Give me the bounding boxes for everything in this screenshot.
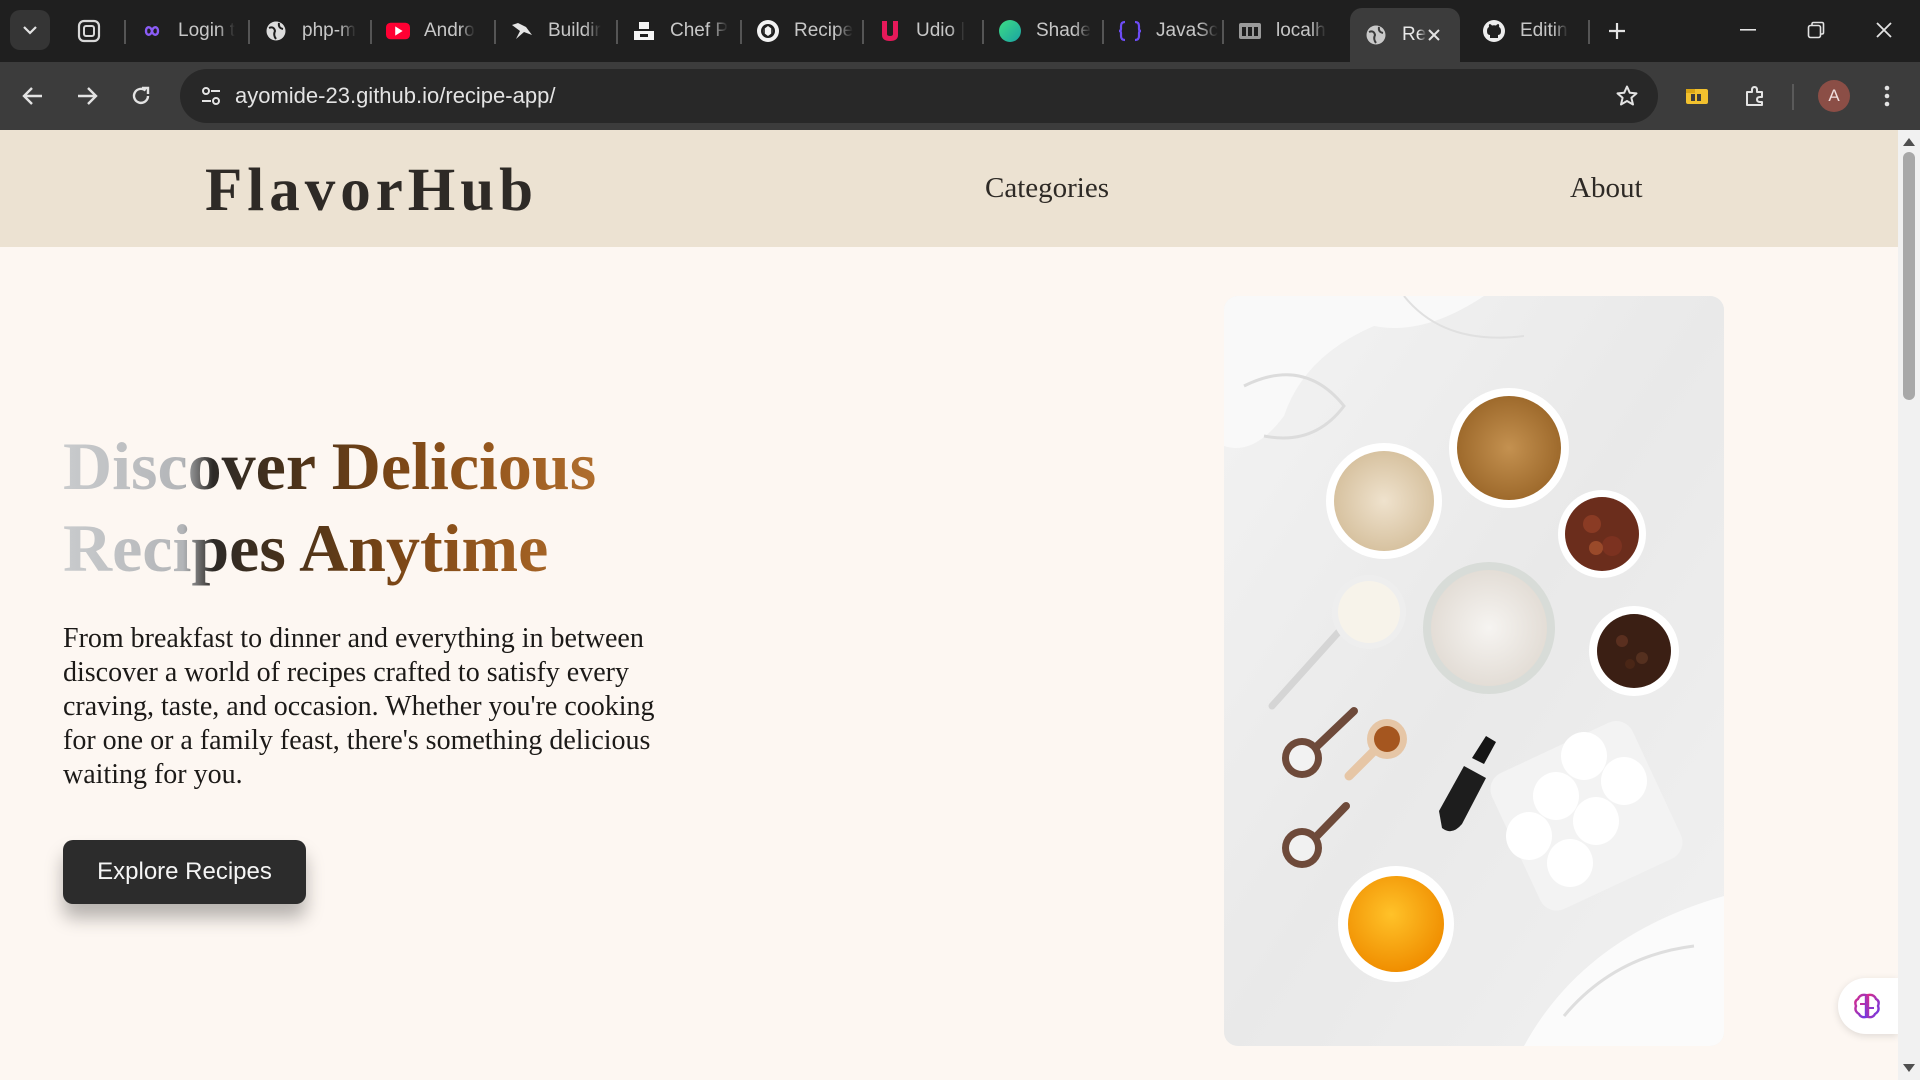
circle-gradient-icon xyxy=(998,19,1022,43)
browser-toolbar: ayomide-23.github.io/recipe-app/ A xyxy=(0,62,1920,130)
chevron-down-icon xyxy=(23,26,37,35)
extension-button[interactable] xyxy=(1676,75,1718,117)
tab-title: JavaSc xyxy=(1156,20,1219,41)
restore-icon xyxy=(1807,21,1825,39)
tab-title: Andro xyxy=(424,20,475,41)
tab-list-button[interactable] xyxy=(10,10,50,50)
star-icon xyxy=(1616,85,1638,106)
page-viewport: FlavorHub Categories About Discover Deli… xyxy=(0,130,1898,1080)
github-icon xyxy=(1482,19,1506,43)
tab-title: php-m xyxy=(302,20,356,41)
hero-title-line-1: Discover Delicious xyxy=(63,428,597,504)
scroll-up-button[interactable] xyxy=(1902,136,1916,148)
baking-ingredients-illustration xyxy=(1224,296,1724,1046)
tab-udio[interactable]: Udio | xyxy=(864,12,980,50)
assistant-widget-button[interactable] xyxy=(1838,978,1898,1034)
tab-title: Chef P xyxy=(670,20,729,41)
tab-github-editing[interactable]: Editin xyxy=(1468,12,1586,50)
openai-icon xyxy=(756,19,780,43)
address-bar[interactable]: ayomide-23.github.io/recipe-app/ xyxy=(180,69,1658,123)
tab-title: Login t xyxy=(178,20,236,41)
url-path: /recipe-app/ xyxy=(439,83,556,108)
kebab-menu-icon xyxy=(1884,85,1890,107)
reload-button[interactable] xyxy=(120,75,162,117)
close-tab-icon[interactable] xyxy=(1422,23,1446,47)
nav-link-about[interactable]: About xyxy=(1570,172,1643,205)
hero-description: From breakfast to dinner and everything … xyxy=(63,623,655,790)
tab-active-recipe-app[interactable]: Re xyxy=(1350,8,1460,62)
site-header: FlavorHub Categories About xyxy=(0,130,1898,247)
tab-search-button[interactable] xyxy=(72,14,106,48)
bookmark-button[interactable] xyxy=(1608,77,1646,115)
tab-login[interactable]: Login t xyxy=(126,12,246,50)
tab-building[interactable]: Buildir xyxy=(496,12,614,50)
arrow-right-icon xyxy=(78,87,98,105)
tab-strip: Login t php-m Andro Buildir Chef P Recip… xyxy=(0,0,1920,62)
youtube-icon xyxy=(386,19,410,43)
braces-icon xyxy=(1118,19,1142,43)
reload-icon xyxy=(132,86,150,105)
minimize-icon xyxy=(1740,29,1756,31)
restore-button[interactable] xyxy=(1782,0,1850,60)
tab-android[interactable]: Andro xyxy=(372,12,492,50)
tab-javascript[interactable]: JavaSc xyxy=(1104,12,1220,50)
url-host: ayomide-23.github.io xyxy=(235,83,440,108)
tab-php[interactable]: php-m xyxy=(250,12,368,50)
back-button[interactable] xyxy=(12,75,54,117)
tab-shade[interactable]: Shade xyxy=(984,12,1100,50)
arrow-left-icon xyxy=(22,87,42,105)
puzzle-icon xyxy=(1746,86,1763,106)
globe-icon xyxy=(1364,23,1388,47)
profile-avatar[interactable]: A xyxy=(1818,80,1850,112)
hero-ingredients-image xyxy=(1224,296,1724,1046)
site-logo[interactable]: FlavorHub xyxy=(205,156,538,226)
minimize-button[interactable] xyxy=(1714,0,1782,60)
brain-icon xyxy=(1854,993,1880,1019)
tab-title: localh xyxy=(1276,20,1326,41)
tab-search-icon xyxy=(77,19,101,43)
tab-title: Shade xyxy=(1036,20,1091,41)
browser-menu-button[interactable] xyxy=(1866,75,1908,117)
page-scrollbar[interactable] xyxy=(1898,130,1920,1080)
url-text: ayomide-23.github.io/recipe-app/ xyxy=(235,83,555,109)
bird-icon xyxy=(510,19,534,43)
infinity-icon xyxy=(140,19,164,43)
nav-link-categories[interactable]: Categories xyxy=(985,172,1109,205)
scroll-thumb[interactable] xyxy=(1903,152,1915,400)
tab-localhost[interactable]: localh xyxy=(1224,12,1340,50)
explore-recipes-button[interactable]: Explore Recipes xyxy=(63,840,306,904)
unsplash-icon xyxy=(632,19,656,43)
close-icon xyxy=(1876,22,1892,38)
tab-title: Udio | xyxy=(916,20,966,41)
folder-extension-icon xyxy=(1686,89,1708,104)
tab-title: Recipe xyxy=(794,20,854,41)
hero-title-line-2: Recipes Anytime xyxy=(63,510,549,586)
tab-title: Buildir xyxy=(548,20,601,41)
tab-recipe[interactable]: Recipe xyxy=(742,12,860,50)
extensions-menu-button[interactable] xyxy=(1734,75,1776,117)
new-tab-button[interactable] xyxy=(1600,14,1634,48)
forward-button[interactable] xyxy=(66,75,108,117)
udio-icon xyxy=(878,19,902,43)
triangle-up-icon xyxy=(1903,138,1915,146)
plus-icon xyxy=(1609,23,1625,39)
tab-chef[interactable]: Chef P xyxy=(618,12,738,50)
triangle-down-icon xyxy=(1903,1064,1915,1072)
tune-icon xyxy=(202,87,220,105)
site-info-button[interactable] xyxy=(192,77,230,115)
hero-title: Discover Delicious Recipes Anytime xyxy=(63,425,703,589)
close-window-button[interactable] xyxy=(1850,0,1918,60)
tab-title: Editin xyxy=(1520,20,1568,41)
scroll-down-button[interactable] xyxy=(1902,1062,1916,1074)
globe-icon xyxy=(264,19,288,43)
tab-separator xyxy=(1588,20,1590,44)
page-icon xyxy=(1238,19,1262,43)
toolbar-separator xyxy=(1792,84,1794,110)
